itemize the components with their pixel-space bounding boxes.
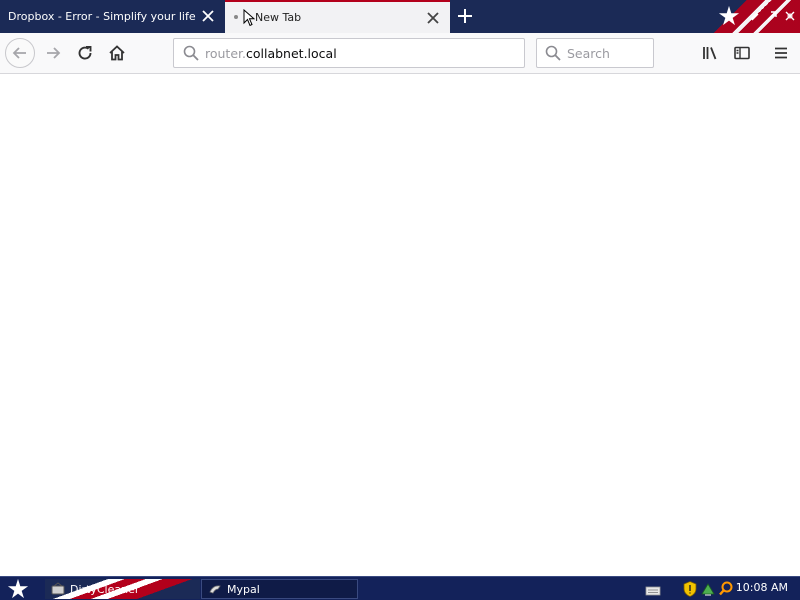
url-host: collabnet.local [246, 45, 337, 61]
close-window-icon[interactable] [784, 10, 796, 22]
maximize-window-icon[interactable] [766, 10, 778, 22]
search-icon [183, 45, 199, 61]
search-icon [545, 45, 561, 61]
home-button[interactable] [102, 38, 132, 68]
hamburger-menu-icon [775, 47, 787, 59]
menu-button[interactable] [766, 38, 796, 68]
taskbar: DirtyCleaner Mypal 10:08 AM [0, 576, 800, 600]
tab-strip: Dropbox - Error - Simplify your life New… [0, 0, 800, 33]
mouse-cursor-icon [243, 9, 255, 27]
sidebar-toggle-button[interactable] [727, 38, 757, 68]
navigation-toolbar: router. collabnet.local Search [0, 33, 800, 74]
address-bar[interactable]: router. collabnet.local [173, 38, 525, 68]
search-tray-icon[interactable] [718, 580, 734, 598]
forward-button[interactable] [38, 38, 68, 68]
mypal-icon [209, 585, 221, 594]
close-tab-icon[interactable] [201, 9, 215, 23]
back-button[interactable] [5, 38, 35, 68]
network-status-icon[interactable] [700, 580, 716, 598]
page-content-area[interactable] [0, 74, 800, 576]
minimize-window-icon[interactable] [748, 10, 760, 22]
sidebar-icon [734, 46, 750, 60]
star-logo-icon [718, 5, 740, 26]
taskbar-item-mypal[interactable]: Mypal [201, 579, 358, 599]
home-icon [109, 45, 125, 61]
tab-dropbox-error[interactable]: Dropbox - Error - Simplify your life [0, 0, 225, 33]
loading-dot-icon [234, 15, 238, 19]
search-placeholder: Search [567, 45, 610, 61]
reload-button[interactable] [70, 38, 100, 68]
system-clock: 10:08 AM [735, 581, 788, 594]
library-icon [703, 47, 717, 60]
search-bar[interactable]: Search [536, 38, 654, 68]
tab-new-tab[interactable]: New Tab [225, 0, 450, 33]
new-tab-plus-icon[interactable] [456, 7, 474, 25]
arrow-right-icon [47, 47, 61, 59]
security-shield-icon[interactable] [682, 580, 698, 598]
taskbar-item-label: Mypal [227, 582, 260, 596]
taskbar-item-label: DirtyCleaner [70, 582, 140, 596]
tab-title: Dropbox - Error - Simplify your life [8, 10, 196, 23]
keyboard-layout-icon[interactable] [645, 580, 661, 598]
url-subdomain: router. [205, 45, 246, 61]
arrow-left-icon [12, 47, 26, 59]
cleaner-icon [51, 582, 65, 595]
library-button[interactable] [695, 38, 725, 68]
taskbar-item-dirtycleaner[interactable]: DirtyCleaner [45, 579, 200, 599]
reload-icon [78, 46, 92, 60]
start-menu-star-icon[interactable] [7, 578, 29, 600]
close-tab-icon[interactable] [426, 11, 440, 25]
